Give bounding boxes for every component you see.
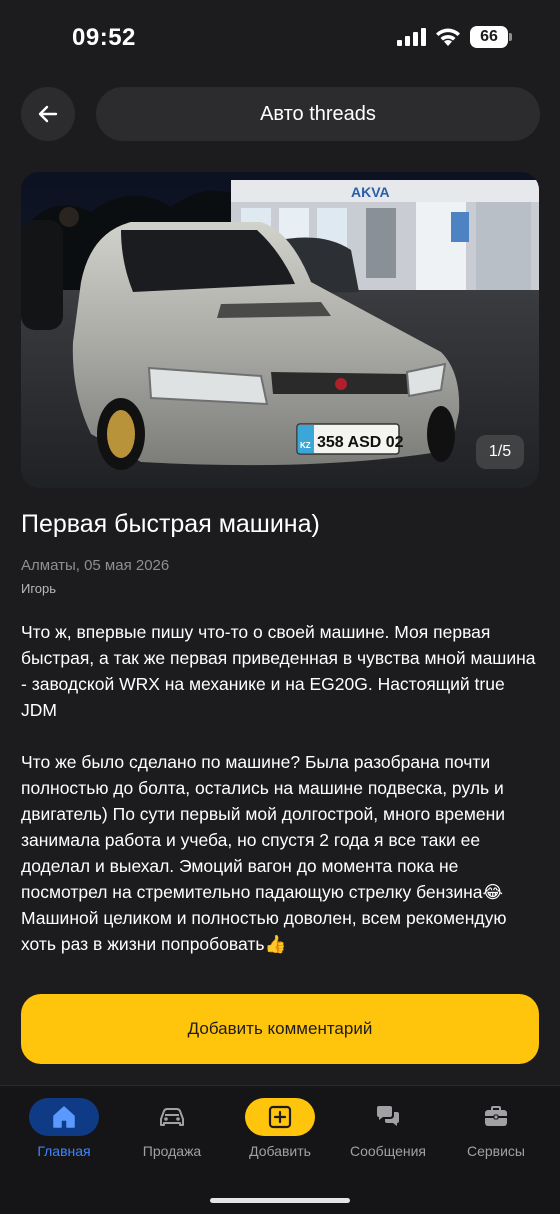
- add-comment-button[interactable]: Добавить комментарий: [21, 994, 539, 1064]
- nav-label-sale: Продажа: [142, 1143, 202, 1159]
- car-icon: [160, 1108, 184, 1126]
- arrow-left-icon: [38, 105, 58, 123]
- status-time: 09:52: [72, 24, 136, 51]
- wifi-icon: [436, 28, 460, 46]
- cellular-signal-icon: [397, 28, 426, 46]
- nav-item-home[interactable]: Главная: [9, 1098, 119, 1178]
- nav-item-add[interactable]: Добавить: [225, 1098, 335, 1178]
- bottom-navigation: Главная Продажа Добавить Сообщения Серви…: [0, 1085, 560, 1214]
- back-button[interactable]: [21, 87, 75, 141]
- home-icon: [53, 1106, 75, 1128]
- nav-item-sale[interactable]: Продажа: [117, 1098, 227, 1178]
- post-location-date: Алматы, 05 мая 2026: [21, 557, 170, 574]
- car-photo-illustration: AKVA KZ 358 ASD 02: [21, 172, 539, 488]
- chat-bubbles-icon: [377, 1106, 399, 1126]
- nav-home-pill: [29, 1098, 99, 1136]
- status-bar: 09:52 66: [0, 0, 560, 76]
- home-indicator[interactable]: [210, 1198, 350, 1203]
- battery-icon: 66: [470, 26, 512, 48]
- license-plate: 358 ASD 02: [317, 434, 404, 451]
- nav-label-services: Сервисы: [466, 1143, 525, 1159]
- photo-counter: 1/5: [476, 435, 524, 469]
- page-title-pill: Авто threads: [96, 87, 540, 141]
- post-photo[interactable]: AKVA KZ 358 ASD 02: [21, 172, 539, 488]
- battery-level: 66: [480, 28, 498, 45]
- nav-item-services[interactable]: Сервисы: [441, 1098, 551, 1178]
- building-sign: AKVA: [351, 184, 390, 200]
- plus-square-icon: [268, 1105, 292, 1129]
- nav-item-messages[interactable]: Сообщения: [333, 1098, 443, 1178]
- post-paragraph: Что ж, впервые пишу что-то о своей машин…: [21, 622, 536, 720]
- post-body: Что ж, впервые пишу что-то о своей машин…: [21, 619, 541, 957]
- toolbox-icon: [485, 1106, 507, 1126]
- plate-region: KZ: [300, 441, 311, 450]
- nav-label-messages: Сообщения: [350, 1143, 426, 1159]
- post-author: Игорь: [21, 581, 57, 596]
- nav-label-home: Главная: [37, 1143, 91, 1159]
- post-screen: 09:52 66 Авто threads AKVA KZ 358 ASD 02…: [0, 0, 560, 1214]
- page-title: Авто threads: [260, 102, 376, 125]
- post-title: Первая быстрая машина): [21, 510, 320, 538]
- post-paragraph: Что же было сделано по машине? Была разо…: [21, 752, 507, 954]
- nav-label-add: Добавить: [249, 1143, 311, 1159]
